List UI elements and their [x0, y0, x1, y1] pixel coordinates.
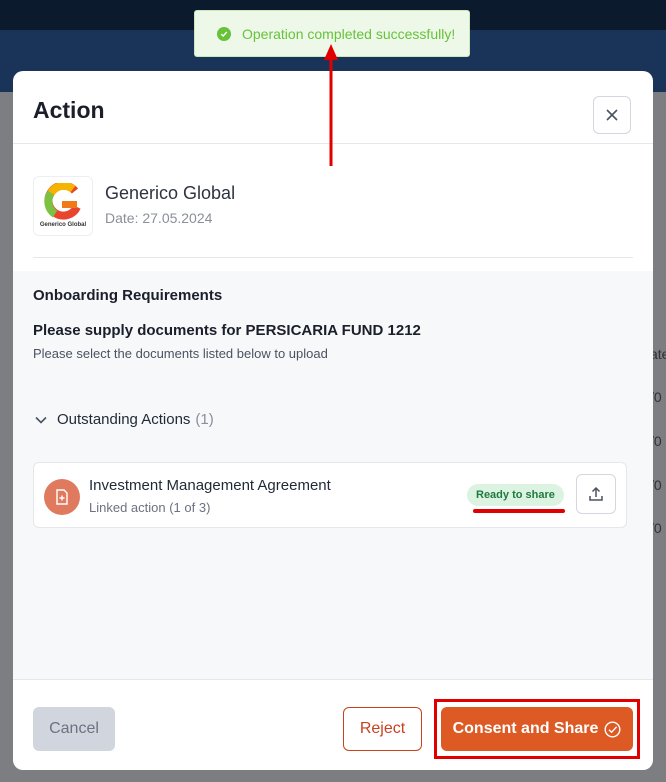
consent-label: Consent and Share [452, 720, 599, 737]
check-circle-icon [217, 26, 231, 41]
generico-logo-icon [44, 183, 81, 220]
status-badge: Ready to share [467, 484, 564, 506]
consent-and-share-button[interactable]: Consent and Share [441, 707, 633, 751]
document-add-icon [44, 479, 80, 515]
action-modal: Action Generico Global Generico Global D… [13, 71, 653, 770]
divider [33, 257, 633, 258]
divider [13, 679, 653, 680]
annotation-underline [473, 509, 565, 513]
requirements-heading: Onboarding Requirements [33, 287, 223, 304]
upload-button[interactable] [576, 474, 616, 514]
modal-title: Action [33, 97, 105, 123]
list-item[interactable]: Investment Management Agreement Linked a… [33, 462, 627, 528]
logo-wordmark: Generico Global [39, 222, 87, 228]
cancel-button[interactable]: Cancel [33, 707, 115, 751]
check-circle-icon [604, 720, 621, 738]
reject-button[interactable]: Reject [343, 707, 422, 751]
outstanding-label: Outstanding Actions [57, 411, 191, 428]
document-name: Investment Management Agreement [89, 477, 331, 494]
company-logo: Generico Global [33, 176, 93, 236]
close-icon [606, 109, 618, 121]
requirements-subheading: Please supply documents for PERSICARIA F… [33, 322, 421, 339]
close-button[interactable] [593, 96, 631, 134]
outstanding-count: (1) [195, 411, 214, 428]
toast-message: Operation completed successfully! [242, 25, 456, 42]
outstanding-actions-toggle[interactable]: Outstanding Actions (1) [35, 411, 214, 428]
annotation-arrow [324, 44, 338, 166]
company-name: Generico Global [105, 183, 236, 203]
company-date: Date: 27.05.2024 [105, 210, 213, 226]
document-subtitle: Linked action (1 of 3) [89, 500, 211, 515]
chevron-down-icon [35, 416, 47, 424]
requirements-instruction: Please select the documents listed below… [33, 346, 328, 361]
upload-icon [589, 486, 603, 501]
